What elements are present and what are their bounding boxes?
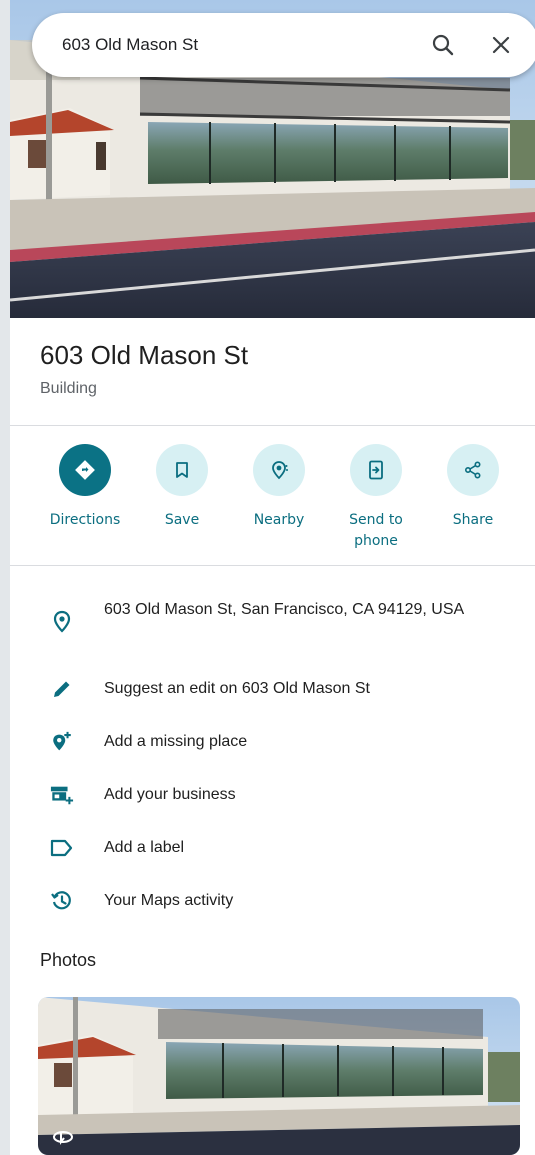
close-icon[interactable] <box>483 27 519 63</box>
save-button[interactable]: Save <box>134 444 230 531</box>
place-category: Building <box>40 380 97 397</box>
action-bar: Directions Save Nearby Send to phone Sha… <box>10 444 535 554</box>
share-icon <box>447 444 499 496</box>
history-icon <box>50 889 74 913</box>
add-business-icon <box>50 783 74 807</box>
photos-heading: Photos <box>40 950 97 970</box>
bookmark-icon <box>156 444 208 496</box>
suggest-edit-text: Suggest an edit on 603 Old Mason St <box>104 680 370 697</box>
save-label: Save <box>164 512 200 528</box>
search-box[interactable]: 603 Old Mason St <box>32 13 535 77</box>
send-to-phone-icon <box>350 444 402 496</box>
send-to-phone-label: Send to phone <box>349 512 403 549</box>
street-view-icon <box>50 1125 76 1147</box>
photo-thumbnail[interactable] <box>38 997 520 1155</box>
divider <box>10 425 535 426</box>
nearby-icon <box>253 444 305 496</box>
address-text: 603 Old Mason St, San Francisco, CA 9412… <box>104 601 465 618</box>
pencil-icon <box>50 677 74 701</box>
add-business-text: Add your business <box>104 786 236 803</box>
place-panel: 603 Old Mason St 603 Old Mason St Buildi… <box>10 0 535 1155</box>
add-place-icon <box>50 730 74 754</box>
directions-label: Directions <box>49 512 121 528</box>
directions-button[interactable]: Directions <box>37 444 133 531</box>
nearby-button[interactable]: Nearby <box>231 444 327 531</box>
add-missing-place-text: Add a missing place <box>104 733 248 750</box>
location-pin-icon <box>50 610 74 634</box>
add-label-text: Add a label <box>104 839 185 856</box>
divider <box>10 565 535 566</box>
send-to-phone-button[interactable]: Send to phone <box>328 444 424 552</box>
search-input[interactable]: 603 Old Mason St <box>32 35 425 55</box>
share-label: Share <box>452 512 494 528</box>
share-button[interactable]: Share <box>425 444 521 531</box>
label-icon <box>50 836 74 860</box>
search-icon[interactable] <box>425 27 461 63</box>
nearby-label: Nearby <box>253 512 305 528</box>
maps-activity-text: Your Maps activity <box>104 892 234 909</box>
directions-icon <box>59 444 111 496</box>
place-title: 603 Old Mason St <box>40 340 249 370</box>
